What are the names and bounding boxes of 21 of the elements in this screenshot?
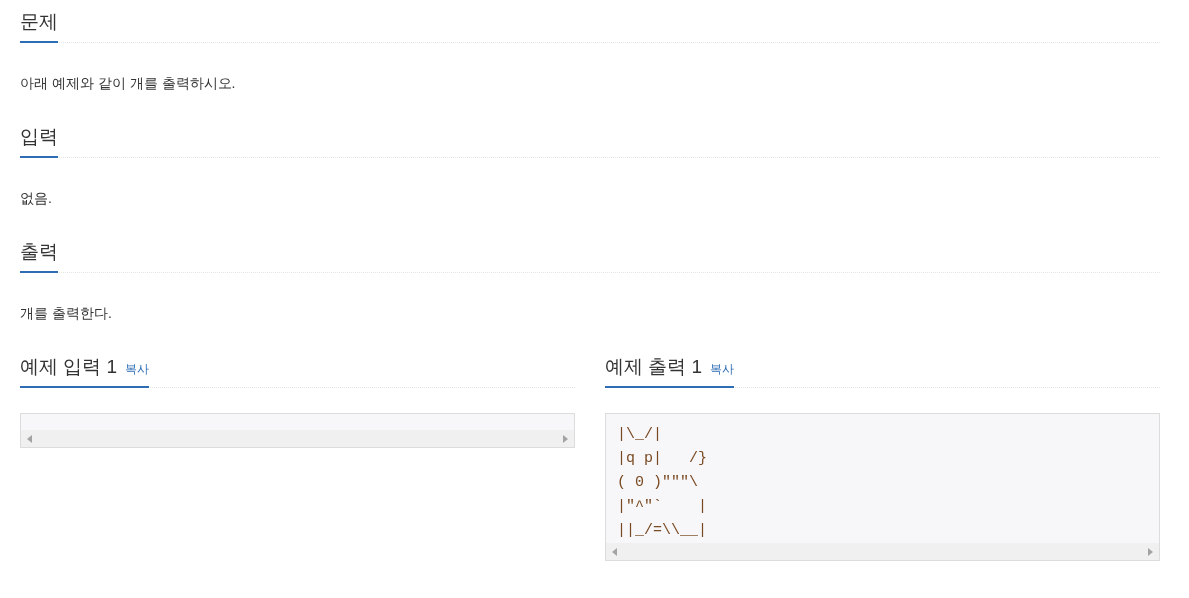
section-heading: 출력 (20, 238, 58, 273)
section-text: 개를 출력한다. (20, 304, 113, 323)
code-line: |\_/| (617, 425, 663, 445)
code-line: |q p| /} (617, 449, 708, 469)
code-line: ( 0 )"""\ (617, 473, 699, 493)
copy-link[interactable]: 복사 (710, 360, 735, 378)
code-line: ||_/=\\__| (617, 521, 708, 541)
horizontal-scrollbar[interactable] (606, 543, 1159, 560)
copy-link[interactable]: 복사 (125, 360, 150, 378)
section-text: 아래 예제와 같이 개를 출력하시오. (20, 74, 237, 93)
section-text: 없음. (20, 189, 53, 208)
code-line: |"^"` | (617, 497, 708, 517)
section-heading: 문제 (20, 8, 58, 43)
horizontal-scrollbar[interactable] (21, 430, 574, 447)
scroll-left-icon[interactable] (27, 434, 32, 443)
sample-title: 예제 입력 1 (20, 355, 118, 379)
scroll-left-icon[interactable] (612, 547, 617, 556)
section-heading: 입력 (20, 123, 58, 158)
sample-title: 예제 출력 1 (605, 355, 703, 379)
scroll-right-icon[interactable] (1148, 547, 1153, 556)
scroll-right-icon[interactable] (563, 434, 568, 443)
